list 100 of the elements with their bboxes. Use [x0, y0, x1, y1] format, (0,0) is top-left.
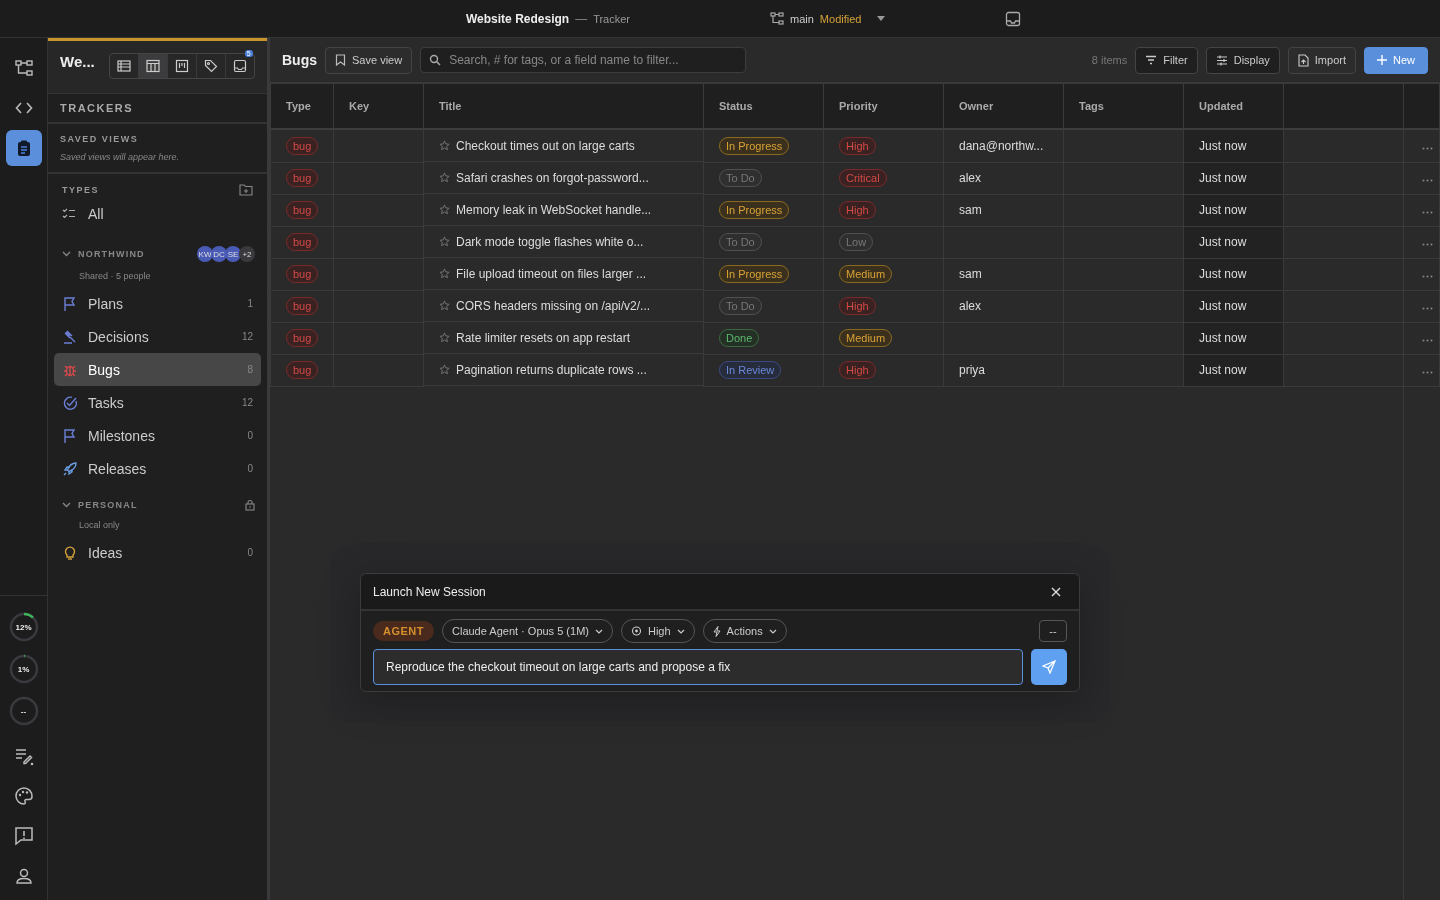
column-header[interactable]: Title: [439, 100, 462, 112]
star-icon[interactable]: [439, 140, 450, 151]
project-title: Website Redesign: [466, 11, 570, 26]
rocket-icon: [62, 460, 78, 477]
column-header[interactable]: Tags: [1079, 100, 1104, 112]
more-icon[interactable]: [1422, 179, 1433, 182]
more-icon[interactable]: [1422, 146, 1433, 150]
issue-title[interactable]: CORS headers missing on /api/v2/...: [456, 298, 651, 313]
column-header[interactable]: Status: [719, 100, 753, 112]
chevron-icon[interactable]: [62, 502, 71, 508]
more-icon[interactable]: [1422, 211, 1433, 214]
filter-button[interactable]: Filter: [1135, 46, 1198, 74]
owner-cell: alex: [959, 171, 981, 185]
sliders-icon: [1215, 54, 1228, 66]
palette-icon[interactable]: [13, 786, 34, 806]
tracker-item[interactable]: Ideas 0: [54, 536, 261, 569]
tracker-item[interactable]: Plans 1: [54, 287, 261, 320]
tracker-item[interactable]: Bugs 8: [54, 353, 261, 386]
updated-cell: Just now: [1199, 203, 1247, 217]
more-icon[interactable]: [1422, 371, 1433, 374]
status-tag: In Progress: [719, 201, 790, 219]
send-button[interactable]: [1031, 649, 1067, 685]
avatar: SE: [225, 246, 241, 262]
board-icon: [174, 59, 189, 73]
chevron-icon: [768, 628, 777, 634]
feedback-icon[interactable]: [13, 826, 34, 846]
prompt-field[interactable]: Reproduce the checkout timeout on large carts and propose a fix: [373, 649, 1023, 685]
issue-title[interactable]: Rate limiter resets on app restart: [456, 330, 631, 345]
group-heading: PERSONAL: [78, 500, 139, 510]
issue-title[interactable]: Safari crashes on forgot-password...: [456, 170, 649, 185]
more-icon[interactable]: [1422, 339, 1433, 342]
star-icon[interactable]: [439, 300, 450, 311]
issue-title[interactable]: Memory leak in WebSocket handle...: [456, 202, 652, 217]
type-tag: bug: [286, 361, 319, 379]
flag-icon: [62, 295, 78, 312]
star-icon[interactable]: [439, 204, 450, 215]
owner-cell: priya: [959, 363, 985, 377]
more-icon[interactable]: [1422, 275, 1433, 278]
clipboard-rail-button[interactable]: [5, 130, 42, 166]
display-button[interactable]: Display: [1205, 46, 1280, 74]
agent-tag: AGENT: [373, 621, 434, 641]
issue-title[interactable]: Pagination returns duplicate rows ...: [456, 362, 647, 377]
item-count: 8 items: [1091, 54, 1128, 66]
options-button[interactable]: --: [1039, 620, 1067, 642]
issue-title[interactable]: File upload timeout on files larger ...: [456, 266, 647, 281]
more-icon[interactable]: [1422, 307, 1433, 310]
column-header[interactable]: Key: [349, 100, 370, 112]
close-icon[interactable]: [1051, 586, 1061, 597]
table-icon: [145, 59, 160, 73]
list-icon: [116, 59, 131, 73]
tracker-item[interactable]: Decisions 12: [54, 320, 261, 353]
new-folder-icon[interactable]: [239, 184, 253, 196]
column-header[interactable]: Type: [286, 100, 311, 112]
save-view-button[interactable]: Save view: [325, 46, 413, 74]
owner-cell: alex: [959, 299, 981, 313]
type-tag: bug: [286, 136, 319, 155]
progress-ring: [8, 654, 39, 684]
star-icon[interactable]: [439, 332, 450, 343]
inbox-icon[interactable]: [1005, 10, 1022, 27]
section-heading: SAVED VIEWS: [60, 134, 140, 144]
edit-list-icon[interactable]: [13, 746, 34, 766]
target-icon: [630, 625, 642, 637]
priority-tag: High: [839, 361, 876, 379]
star-icon[interactable]: [439, 364, 450, 375]
column-header[interactable]: Updated: [1199, 100, 1243, 112]
star-icon[interactable]: [439, 268, 450, 279]
table-view-button[interactable]: [138, 54, 168, 78]
group-subtitle: Local only: [78, 519, 121, 532]
more-icon[interactable]: [1422, 243, 1433, 246]
gauge-reading: 12%: [15, 622, 32, 632]
issue-title[interactable]: Dark mode toggle flashes white o...: [456, 234, 644, 249]
issue-title[interactable]: Checkout times out on large carts: [456, 138, 635, 153]
avatar: KW: [197, 246, 213, 262]
column-header[interactable]: Owner: [959, 100, 994, 112]
status-tag: In Progress: [719, 136, 790, 155]
branch-selector[interactable]: main Modified: [770, 11, 886, 26]
all-types-item[interactable]: All: [54, 196, 261, 232]
import-button[interactable]: Import: [1287, 46, 1356, 74]
priority-tag: High: [839, 201, 876, 219]
user-icon[interactable]: [13, 866, 34, 886]
priority-tag: Low: [839, 233, 874, 251]
updated-cell: Just now: [1199, 171, 1247, 185]
plus-icon: [1377, 55, 1387, 65]
bookmark-icon: [335, 54, 346, 66]
updated-cell: Just now: [1199, 299, 1247, 313]
chevron-icon[interactable]: [62, 251, 71, 257]
star-icon[interactable]: [439, 172, 450, 183]
search-field[interactable]: Search, # for tags, or a field name to filter...: [420, 47, 747, 73]
tracker-item[interactable]: Releases 0: [54, 452, 261, 485]
status-tag: To Do: [719, 169, 762, 187]
owner-cell: sam: [959, 267, 982, 281]
column-header[interactable]: Priority: [839, 100, 878, 112]
branch-icon: [770, 11, 784, 26]
tracker-item[interactable]: Milestones 0: [54, 419, 261, 452]
type-tag: bug: [286, 233, 319, 251]
star-icon[interactable]: [439, 236, 450, 247]
tracker-item[interactable]: Tasks 12: [54, 386, 261, 419]
lock-icon: [245, 499, 255, 511]
owner-cell: sam: [959, 203, 982, 217]
page-title: Bugs: [282, 52, 317, 68]
